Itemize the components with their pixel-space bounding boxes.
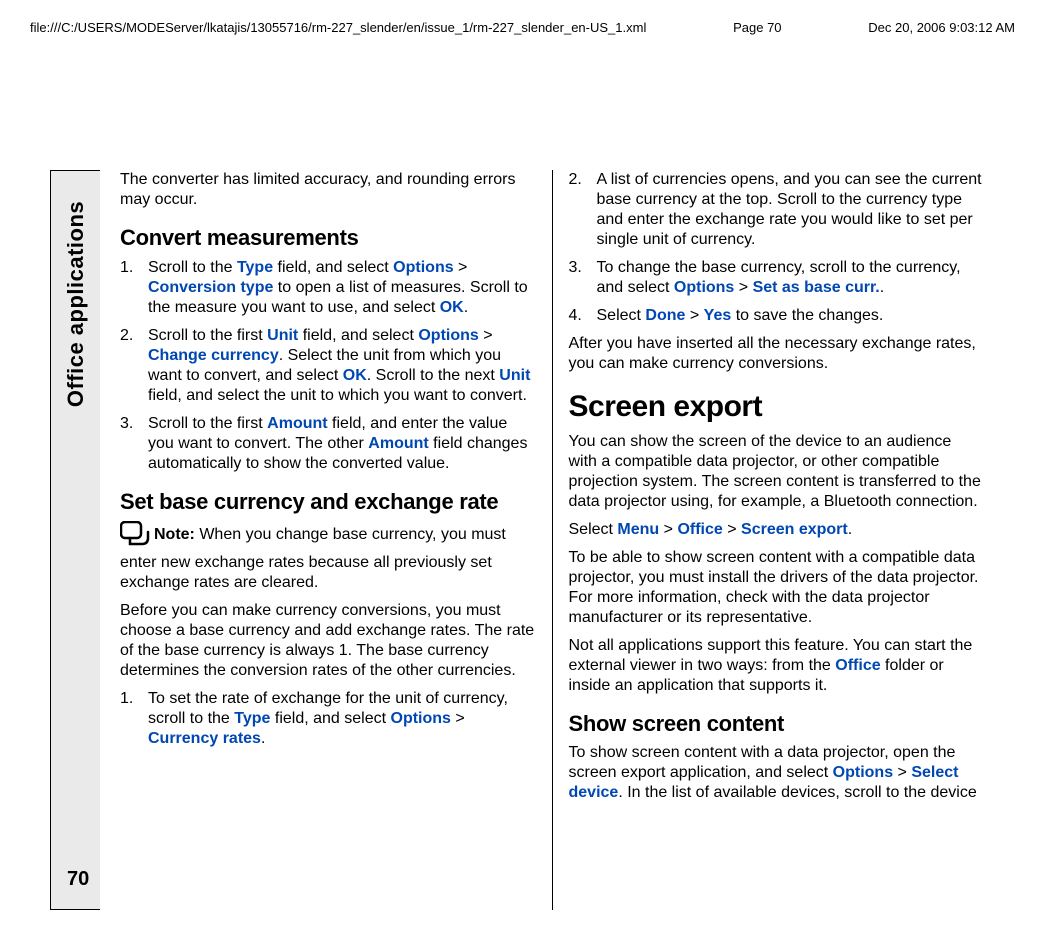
ui-type: Type	[237, 259, 273, 276]
print-header: file:///C:/USERS/MODEServer/lkatajis/130…	[30, 20, 1015, 35]
content-frame: Office applications 70 The converter has…	[50, 170, 995, 910]
side-tab: Office applications 70	[50, 170, 100, 910]
screen-intro: You can show the screen of the device to…	[569, 432, 984, 512]
page-number: 70	[67, 868, 89, 891]
ui-office: Office	[677, 521, 722, 538]
intro-text: The converter has limited accuracy, and …	[120, 170, 536, 210]
list-item: Scroll to the Type field, and select Opt…	[120, 258, 536, 318]
ui-change-currency: Change currency	[148, 347, 279, 364]
ui-amount: Amount	[267, 415, 327, 432]
screen-select-path: Select Menu > Office > Screen export.	[569, 520, 984, 540]
heading-convert-measurements: Convert measurements	[120, 224, 536, 252]
list-item: To set the rate of exchange for the unit…	[120, 689, 536, 749]
ui-menu: Menu	[617, 521, 659, 538]
ui-office: Office	[835, 657, 880, 674]
ui-options: Options	[393, 259, 453, 276]
print-date: Dec 20, 2006 9:03:12 AM	[868, 20, 1015, 35]
heading-screen-export: Screen export	[569, 388, 984, 426]
drivers-text: To be able to show screen content with a…	[569, 548, 984, 628]
note-icon	[120, 521, 150, 553]
ui-options: Options	[833, 764, 893, 781]
note-block: Note: When you change base currency, you…	[120, 521, 536, 593]
convert-steps: Scroll to the Type field, and select Opt…	[120, 258, 536, 474]
list-item: Scroll to the first Amount field, and en…	[120, 414, 536, 474]
heading-show-screen-content: Show screen content	[569, 710, 984, 738]
show-screen-text: To show screen content with a data proje…	[569, 743, 984, 803]
left-column: The converter has limited accuracy, and …	[110, 170, 553, 910]
file-path: file:///C:/USERS/MODEServer/lkatajis/130…	[30, 20, 646, 35]
ui-done: Done	[645, 307, 685, 324]
note-label: Note:	[154, 526, 199, 543]
after-rates-text: After you have inserted all the necessar…	[569, 334, 984, 374]
heading-base-currency: Set base currency and exchange rate	[120, 488, 536, 516]
ui-ok: OK	[440, 299, 464, 316]
ui-unit: Unit	[267, 327, 298, 344]
list-item: Scroll to the first Unit field, and sele…	[120, 326, 536, 406]
ui-type: Type	[234, 710, 270, 727]
ui-options: Options	[391, 710, 451, 727]
list-item: A list of currencies opens, and you can …	[569, 170, 984, 250]
right-column: A list of currencies opens, and you can …	[553, 170, 996, 910]
side-tab-label: Office applications	[63, 201, 89, 407]
ui-ok: OK	[343, 367, 367, 384]
ui-options: Options	[674, 279, 734, 296]
rate-pre-text: Before you can make currency conversions…	[120, 601, 536, 681]
ui-amount: Amount	[368, 435, 428, 452]
list-item: To change the base currency, scroll to t…	[569, 258, 984, 298]
ui-unit: Unit	[499, 367, 530, 384]
list-item: Select Done > Yes to save the changes.	[569, 306, 984, 326]
ui-options: Options	[418, 327, 478, 344]
ui-conversion-type: Conversion type	[148, 279, 273, 296]
rate-steps-start: To set the rate of exchange for the unit…	[120, 689, 536, 749]
two-column-layout: The converter has limited accuracy, and …	[110, 170, 995, 910]
ui-yes: Yes	[704, 307, 732, 324]
ui-currency-rates: Currency rates	[148, 730, 261, 747]
ui-set-as-base-curr: Set as base curr.	[753, 279, 880, 296]
not-all-apps: Not all applications support this featur…	[569, 636, 984, 696]
ui-screen-export: Screen export	[741, 521, 848, 538]
page-indicator: Page 70	[733, 20, 781, 35]
rate-steps-continued: A list of currencies opens, and you can …	[569, 170, 984, 326]
